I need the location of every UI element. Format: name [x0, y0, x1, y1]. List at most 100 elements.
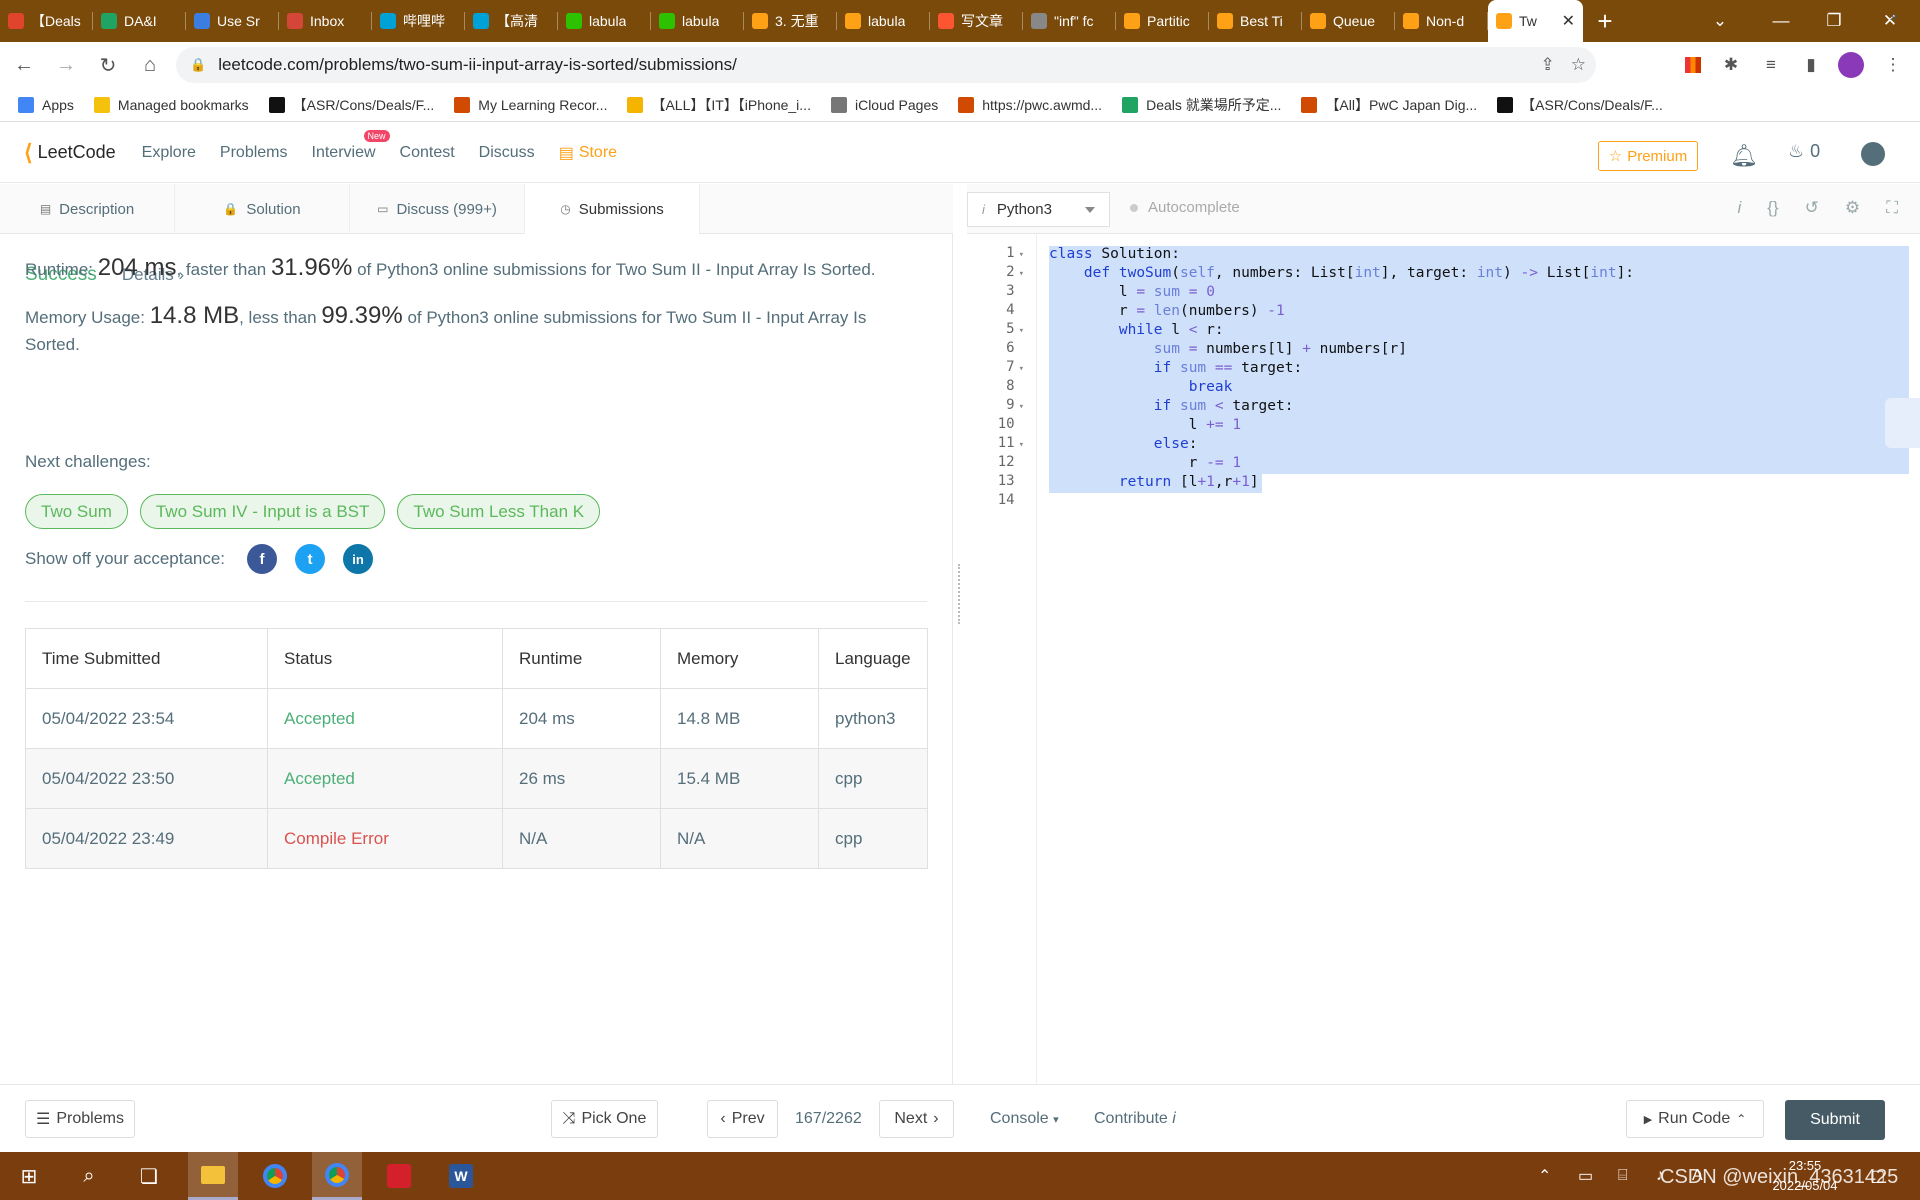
reload-icon[interactable]: ↻: [90, 47, 126, 83]
fold-arrow-icon[interactable]: [1019, 288, 1024, 298]
cell-status[interactable]: Accepted: [267, 688, 503, 749]
bookmark-item[interactable]: iCloud Pages: [830, 96, 938, 113]
bookmark-item[interactable]: Managed bookmarks: [93, 96, 249, 113]
problems-button[interactable]: ☰ Problems: [25, 1100, 135, 1138]
windows-start-icon[interactable]: ⊞: [4, 1152, 54, 1200]
cell-status[interactable]: Accepted: [267, 748, 503, 809]
bookmark-item[interactable]: My Learning Recor...: [454, 96, 607, 113]
col-runtime[interactable]: Runtime: [502, 628, 661, 689]
browser-tab[interactable]: Best Ti: [1209, 0, 1302, 42]
nav-discuss[interactable]: Discuss: [479, 144, 535, 162]
browser-tab[interactable]: 写文章: [930, 0, 1023, 42]
bookmark-item[interactable]: 【ALL】【IT】【iPhone_i...: [627, 95, 811, 115]
browser-tab[interactable]: DA&I: [93, 0, 186, 42]
share-icon[interactable]: ⇪: [1541, 55, 1555, 75]
code-editor[interactable]: class Solution: def twoSum(self, numbers…: [1049, 234, 1909, 1084]
splitter-grip-icon[interactable]: [958, 564, 961, 624]
file-explorer-icon[interactable]: [188, 1152, 238, 1200]
prev-button[interactable]: ‹ Prev: [707, 1100, 778, 1138]
linkedin-icon[interactable]: in: [343, 544, 374, 574]
minimize-icon[interactable]: —: [1753, 0, 1809, 42]
user-avatar-icon[interactable]: [1861, 142, 1885, 166]
nav-explore[interactable]: Explore: [142, 144, 196, 162]
bookmark-item[interactable]: 【ASR/Cons/Deals/F...: [1497, 95, 1663, 115]
fold-arrow-icon[interactable]: ▾: [1019, 250, 1024, 260]
tab-description[interactable]: ▤ Description: [0, 184, 175, 234]
bookmark-item[interactable]: 【ASR/Cons/Deals/F...: [268, 95, 434, 115]
more-bookmarks-icon[interactable]: »: [1890, 8, 1898, 25]
browser-tab[interactable]: labula: [837, 0, 930, 42]
fullscreen-icon[interactable]: ⛶: [1886, 198, 1898, 218]
back-icon[interactable]: ←: [6, 47, 42, 83]
fold-arrow-icon[interactable]: ▾: [1019, 364, 1024, 374]
tab-discuss[interactable]: ▭ Discuss (999+): [350, 184, 525, 234]
fold-arrow-icon[interactable]: [1019, 459, 1024, 469]
twitter-icon[interactable]: t: [295, 544, 326, 574]
console-toggle[interactable]: Console ▾: [990, 1110, 1059, 1128]
nav-problems[interactable]: Problems: [220, 144, 288, 162]
url-field[interactable]: 🔒 leetcode.com/problems/two-sum-ii-input…: [176, 47, 1596, 83]
braces-icon[interactable]: {}: [1767, 198, 1778, 218]
table-row[interactable]: 05/04/2022 23:54 Accepted 204 ms 14.8 MB…: [25, 688, 928, 749]
autocomplete-toggle[interactable]: Autocomplete: [1130, 199, 1240, 216]
battery-icon[interactable]: ▭: [1578, 1152, 1593, 1200]
premium-button[interactable]: ☆ Premium: [1598, 141, 1698, 171]
run-code-button[interactable]: ▶ Run Code ⌃: [1626, 1100, 1764, 1138]
contribute-link[interactable]: Contribute i: [1094, 1110, 1176, 1128]
language-select[interactable]: i Python3: [967, 192, 1110, 227]
network-icon[interactable]: ⌸: [1618, 1152, 1628, 1200]
reset-icon[interactable]: ↺: [1805, 198, 1819, 218]
panel-splitter[interactable]: [953, 184, 967, 1084]
fold-arrow-icon[interactable]: ▾: [1019, 269, 1024, 279]
extension-bars-icon[interactable]: [1676, 42, 1710, 88]
streak-counter[interactable]: ♨ 0: [1788, 141, 1820, 162]
browser-tab[interactable]: labula: [651, 0, 744, 42]
table-row[interactable]: 05/04/2022 23:49 Compile Error N/A N/A c…: [25, 808, 928, 869]
table-row[interactable]: 05/04/2022 23:50 Accepted 26 ms 15.4 MB …: [25, 748, 928, 809]
challenge-two-sum[interactable]: Two Sum: [25, 494, 128, 529]
acrobat-icon[interactable]: [374, 1152, 424, 1200]
tray-chevron-icon[interactable]: ⌃: [1538, 1152, 1551, 1200]
tab-submissions[interactable]: ◷ Submissions: [525, 184, 700, 235]
nav-interview[interactable]: Interview New: [312, 129, 390, 162]
leetcode-logo[interactable]: ⟨ LeetCode: [24, 140, 116, 166]
col-language[interactable]: Language: [818, 628, 928, 689]
next-button[interactable]: Next ›: [879, 1100, 954, 1138]
browser-tab[interactable]: 3. 无重: [744, 0, 837, 42]
new-tab-icon[interactable]: +: [1583, 0, 1627, 42]
browser-tab[interactable]: "inf" fc: [1023, 0, 1116, 42]
fold-arrow-icon[interactable]: [1019, 421, 1024, 431]
close-tab-icon[interactable]: ✕: [1562, 11, 1575, 31]
fold-arrow-icon[interactable]: [1019, 345, 1024, 355]
fold-arrow-icon[interactable]: ▾: [1019, 440, 1024, 450]
fold-arrow-icon[interactable]: [1019, 307, 1024, 317]
browser-tab[interactable]: 哔哩哔: [372, 0, 465, 42]
chrome-icon[interactable]: [250, 1152, 300, 1200]
tab-search-icon[interactable]: ⌄: [1692, 0, 1748, 42]
bookmark-item[interactable]: 【All】PwC Japan Dig...: [1301, 95, 1477, 115]
bookmark-item[interactable]: Apps: [18, 96, 74, 113]
browser-tab[interactable]: Use Sr: [186, 0, 279, 42]
forward-icon[interactable]: →: [48, 47, 84, 83]
col-time-submitted[interactable]: Time Submitted: [25, 628, 268, 689]
pick-one-button[interactable]: ⤨ Pick One: [551, 1100, 658, 1138]
fold-arrow-icon[interactable]: ▾: [1019, 402, 1024, 412]
bookmark-item[interactable]: Deals 就業場所予定...: [1122, 95, 1281, 115]
nav-store[interactable]: ▤ Store: [559, 143, 617, 163]
fold-arrow-icon[interactable]: [1019, 497, 1024, 507]
browser-tab[interactable]: Queue: [1302, 0, 1395, 42]
bookmark-item[interactable]: https://pwc.awmd...: [958, 96, 1102, 113]
browser-tab[interactable]: 【Deals: [0, 0, 93, 42]
media-icon[interactable]: ≡: [1754, 42, 1788, 88]
browser-tab-active[interactable]: Tw ✕: [1488, 0, 1583, 42]
notification-bell-icon[interactable]: 🔔︎: [1730, 143, 1758, 169]
browser-tab[interactable]: Partitic: [1116, 0, 1209, 42]
home-icon[interactable]: ⌂: [132, 47, 168, 83]
info-icon[interactable]: i: [1737, 198, 1741, 218]
col-status[interactable]: Status: [267, 628, 503, 689]
extensions-puzzle-icon[interactable]: ✱: [1714, 42, 1748, 88]
restore-icon[interactable]: ❐: [1806, 0, 1862, 42]
challenge-two-sum-less-than-k[interactable]: Two Sum Less Than K: [397, 494, 601, 529]
chrome-menu-icon[interactable]: ⋮: [1876, 42, 1910, 88]
search-icon[interactable]: ⌕: [64, 1152, 114, 1200]
